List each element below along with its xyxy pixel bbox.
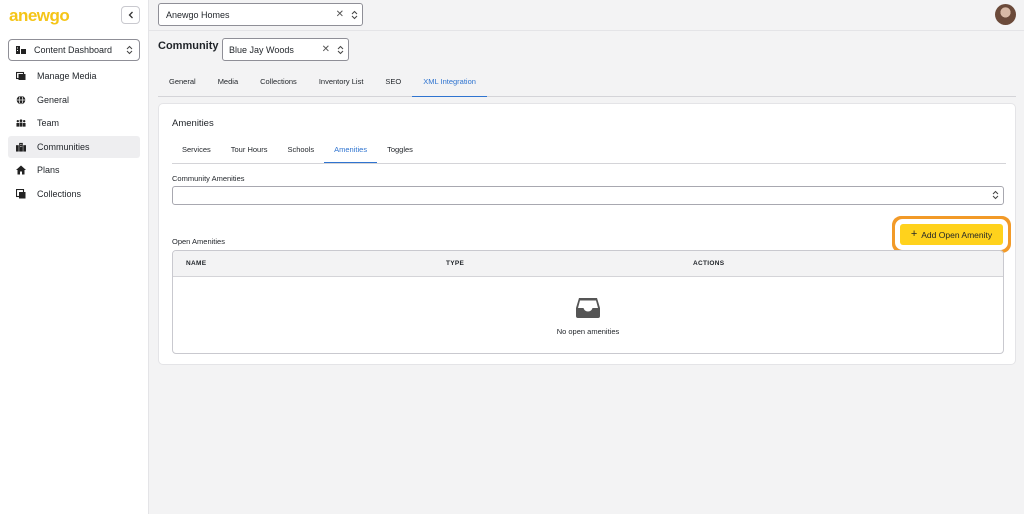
community-select[interactable]: Blue Jay Woods ✕ bbox=[222, 38, 349, 61]
sidebar-nav: Manage Media General Team Communities Pl… bbox=[8, 65, 140, 206]
clear-icon[interactable]: ✕ bbox=[336, 9, 344, 20]
inbox-icon bbox=[576, 297, 600, 318]
organization-select[interactable]: Anewgo Homes ✕ bbox=[158, 3, 363, 26]
tab-media[interactable]: Media bbox=[207, 66, 249, 97]
chevron-updown-icon bbox=[126, 45, 133, 55]
media-icon bbox=[16, 71, 26, 81]
tab-xml-integration[interactable]: XML Integration bbox=[412, 66, 487, 97]
globe-icon bbox=[16, 94, 26, 105]
building-icon bbox=[16, 142, 26, 152]
team-icon bbox=[16, 118, 26, 128]
sidebar-item-collections[interactable]: Collections bbox=[8, 183, 140, 205]
subtab-toggles[interactable]: Toggles bbox=[377, 136, 423, 163]
sidebar-item-manage-media[interactable]: Manage Media bbox=[8, 65, 140, 87]
community-title: Community bbox=[158, 40, 219, 52]
organization-select-value: Anewgo Homes bbox=[166, 9, 230, 20]
tab-seo[interactable]: SEO bbox=[374, 66, 412, 97]
card-title: Amenities bbox=[172, 118, 214, 129]
open-amenities-label: Open Amenities bbox=[172, 237, 225, 246]
sidebar-item-team[interactable]: Team bbox=[8, 112, 140, 134]
chevron-updown-icon bbox=[337, 45, 344, 54]
tab-inventory-list[interactable]: Inventory List bbox=[308, 66, 375, 97]
column-header-name[interactable]: NAME bbox=[186, 260, 206, 267]
plus-icon: + bbox=[910, 228, 918, 240]
user-avatar[interactable] bbox=[995, 4, 1016, 25]
dashboard-select-label: Content Dashboard bbox=[34, 45, 113, 55]
collections-icon bbox=[16, 188, 26, 199]
home-icon bbox=[16, 165, 26, 175]
open-amenities-table: NAME TYPE ACTIONS No open amenities bbox=[172, 250, 1004, 354]
chevron-updown-icon bbox=[351, 10, 358, 19]
subtab-tour-hours[interactable]: Tour Hours bbox=[221, 136, 278, 163]
clear-icon[interactable]: ✕ bbox=[322, 44, 330, 55]
anewgo-logo[interactable]: anewgo bbox=[9, 6, 70, 26]
chevron-left-icon bbox=[128, 11, 133, 19]
column-header-type[interactable]: TYPE bbox=[446, 260, 464, 267]
empty-state: No open amenities bbox=[173, 277, 1003, 353]
tab-general[interactable]: General bbox=[158, 66, 207, 97]
sidebar: anewgo Content Dashboard Manage Media Ge… bbox=[0, 0, 149, 514]
empty-state-text: No open amenities bbox=[556, 326, 620, 336]
table-header: NAME TYPE ACTIONS bbox=[173, 251, 1003, 277]
collapse-sidebar-button[interactable] bbox=[121, 6, 140, 24]
community-select-value: Blue Jay Woods bbox=[229, 44, 294, 55]
dashboard-select[interactable]: Content Dashboard bbox=[8, 39, 140, 61]
community-amenities-select[interactable] bbox=[172, 186, 1004, 205]
sidebar-item-plans[interactable]: Plans bbox=[8, 159, 140, 181]
xml-subtabs: Services Tour Hours Schools Amenities To… bbox=[172, 136, 1006, 164]
sidebar-item-general[interactable]: General bbox=[8, 89, 140, 111]
community-tabs: General Media Collections Inventory List… bbox=[158, 66, 1016, 97]
dashboard-icon bbox=[16, 45, 26, 55]
add-open-amenity-button[interactable]: + Add Open Amenity bbox=[900, 224, 1003, 245]
amenities-card: Amenities Services Tour Hours Schools Am… bbox=[158, 103, 1016, 365]
sidebar-item-communities[interactable]: Communities bbox=[8, 135, 140, 158]
column-header-actions: ACTIONS bbox=[693, 260, 725, 267]
subtab-services[interactable]: Services bbox=[172, 136, 221, 163]
community-amenities-label: Community Amenities bbox=[172, 174, 245, 183]
tab-collections[interactable]: Collections bbox=[249, 66, 308, 97]
subtab-schools[interactable]: Schools bbox=[277, 136, 324, 163]
header-divider bbox=[149, 30, 1024, 31]
add-open-amenity-label: Add Open Amenity bbox=[921, 229, 993, 240]
chevron-updown-icon bbox=[992, 190, 999, 200]
subtab-amenities[interactable]: Amenities bbox=[324, 136, 378, 163]
